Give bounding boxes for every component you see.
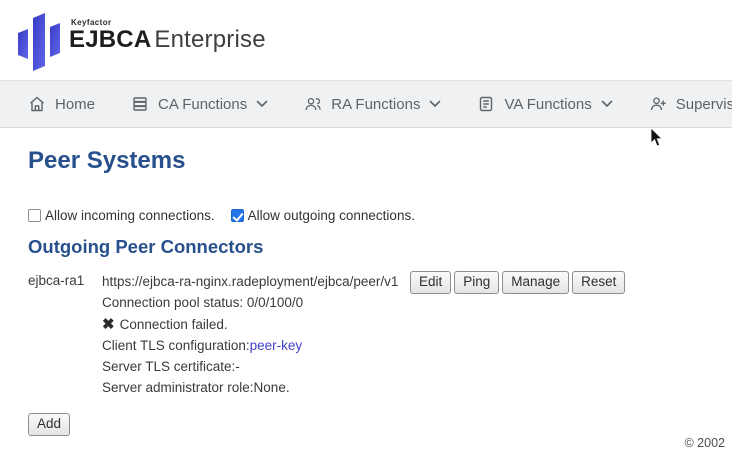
nav-label: Home (55, 96, 95, 113)
nav-label: VA Functions (504, 96, 591, 113)
main-nav: Home CA Functions RA Functions (0, 80, 732, 128)
connection-status-text: Connection failed. (120, 314, 228, 335)
nav-item-supervision-functions[interactable]: Supervision Function (649, 95, 732, 113)
people-icon (304, 95, 322, 113)
nav-label: Supervision Function (676, 96, 732, 113)
document-icon (477, 95, 495, 113)
allow-outgoing-label: Allow outgoing connections. (248, 208, 415, 223)
allow-incoming-label: Allow incoming connections. (45, 208, 215, 223)
connector-url: https://ejbca-ra-nginx.radeployment/ejbc… (102, 271, 404, 292)
nav-item-ca-functions[interactable]: CA Functions (131, 95, 268, 113)
connection-status-line: ✖ Connection failed. (102, 314, 404, 335)
allow-outgoing-checkbox[interactable] (231, 209, 244, 222)
server-stack-icon (131, 95, 149, 113)
edit-button[interactable]: Edit (410, 271, 451, 294)
chevron-down-icon (256, 100, 268, 108)
mouse-cursor (650, 128, 664, 148)
nav-label: CA Functions (158, 96, 247, 113)
keyfactor-logo-icon (16, 12, 62, 72)
person-add-icon (649, 95, 667, 113)
connection-pool-status: Connection pool status: 0/0/100/0 (102, 292, 404, 313)
product-edition: Enterprise (154, 26, 265, 53)
home-icon (28, 95, 46, 113)
reset-button[interactable]: Reset (572, 271, 625, 294)
page-content: Peer Systems Allow incoming connections.… (0, 147, 732, 436)
connection-settings-row: Allow incoming connections. Allow outgoi… (28, 208, 732, 223)
chevron-down-icon (429, 100, 441, 108)
manage-button[interactable]: Manage (502, 271, 569, 294)
ping-button[interactable]: Ping (454, 271, 499, 294)
peer-key-link[interactable]: peer-key (250, 338, 303, 353)
client-tls-line: Client TLS configuration:peer-key (102, 335, 404, 356)
server-admin-role-line: Server administrator role:None. (102, 377, 404, 398)
nav-item-va-functions[interactable]: VA Functions (477, 95, 612, 113)
chevron-down-icon (601, 100, 613, 108)
peer-connector-row: ejbca-ra1 https://ejbca-ra-nginx.radeplo… (28, 271, 732, 399)
allow-incoming-group: Allow incoming connections. (28, 208, 215, 223)
nav-label: RA Functions (331, 96, 420, 113)
app-header: Keyfactor EJBCAEnterprise (0, 0, 732, 80)
connector-actions: Edit Ping Manage Reset (410, 271, 628, 294)
server-tls-line: Server TLS certificate:- (102, 356, 404, 377)
outgoing-peer-connectors-heading: Outgoing Peer Connectors (28, 236, 732, 258)
allow-outgoing-group: Allow outgoing connections. (231, 208, 415, 223)
copyright-text: © 2002 (685, 436, 726, 450)
connector-name: ejbca-ra1 (28, 271, 102, 288)
page-title: Peer Systems (28, 147, 732, 175)
allow-incoming-checkbox[interactable] (28, 209, 41, 222)
nav-item-ra-functions[interactable]: RA Functions (304, 95, 441, 113)
brand-text: Keyfactor EJBCAEnterprise (69, 12, 266, 53)
client-tls-label: Client TLS configuration: (102, 338, 250, 353)
nav-item-home[interactable]: Home (28, 95, 95, 113)
connector-details: https://ejbca-ra-nginx.radeployment/ejbc… (102, 271, 404, 399)
add-button[interactable]: Add (28, 413, 70, 436)
connection-failed-x-icon: ✖ (102, 314, 115, 335)
product-name: EJBCA (69, 26, 151, 53)
